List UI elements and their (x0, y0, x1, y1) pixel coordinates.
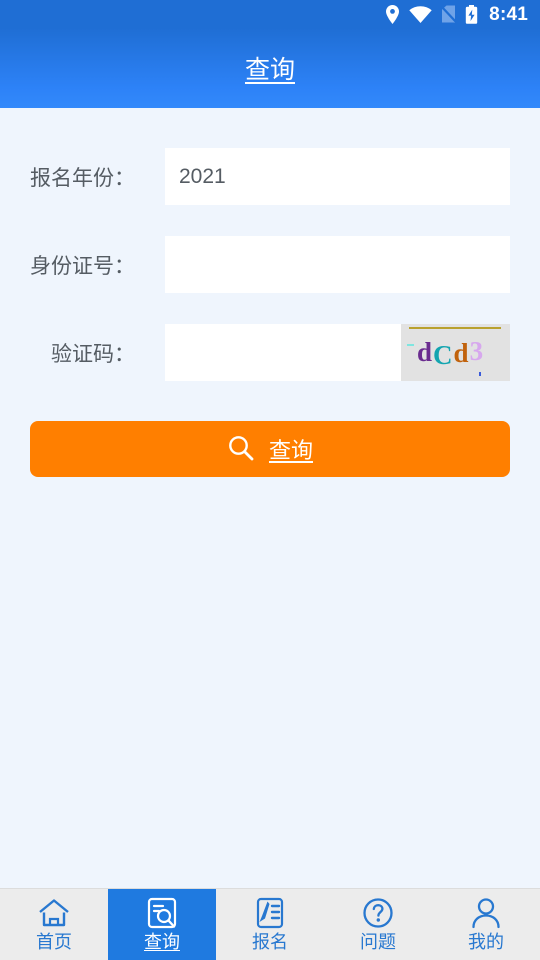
tab-profile-label: 我的 (468, 932, 504, 953)
search-icon (227, 434, 255, 465)
query-submit-button[interactable]: 查询 (30, 421, 510, 477)
form-row-idcard: 身份证号： (0, 236, 540, 293)
captcha-char-2: C (433, 340, 454, 370)
app-header: 查询 (0, 28, 540, 108)
location-pin-icon (385, 4, 400, 24)
tab-query[interactable]: 查询 (108, 889, 216, 960)
submit-label: 查询 (268, 438, 313, 463)
tab-signup-label: 报名 (252, 932, 288, 953)
tab-signup[interactable]: 报名 (216, 889, 324, 960)
captcha-noise-speck-bottom (479, 372, 481, 376)
captcha-image[interactable]: dCd3 (401, 324, 510, 381)
year-input[interactable] (165, 148, 510, 205)
tab-query-label: 查询 (144, 932, 180, 953)
wifi-icon (409, 5, 432, 23)
captcha-char-4: 3 (469, 336, 485, 366)
status-time: 8:41 (489, 3, 528, 25)
query-form: 报名年份： 身份证号： 验证码： dCd3 查询 (0, 108, 540, 477)
captcha-char-1: d (417, 337, 434, 367)
document-search-icon (147, 896, 177, 930)
document-pen-icon (255, 896, 285, 930)
form-row-captcha: 验证码： dCd3 (0, 324, 540, 381)
captcha-char-3: d (453, 338, 470, 368)
status-bar: 8:41 (0, 0, 540, 28)
captcha-noise-speck-top (407, 344, 414, 346)
no-sim-icon (441, 5, 457, 23)
question-circle-icon (362, 896, 394, 930)
person-icon (471, 896, 501, 930)
captcha-text: dCd3 (417, 332, 484, 372)
year-label: 报名年份： (30, 166, 135, 190)
tab-profile[interactable]: 我的 (432, 889, 540, 960)
idcard-input[interactable] (165, 236, 510, 293)
tab-questions-label: 问题 (360, 932, 396, 953)
bottom-tab-bar: 首页 查询 报名 问题 我的 (0, 888, 540, 960)
submit-wrap: 查询 (0, 412, 540, 477)
tab-home-label: 首页 (36, 932, 72, 953)
battery-charging-icon (465, 4, 478, 24)
captcha-label: 验证码： (51, 342, 135, 366)
tab-home[interactable]: 首页 (0, 889, 108, 960)
page-title: 查询 (244, 56, 295, 84)
captcha-noise-line (409, 327, 501, 329)
form-row-year: 报名年份： (0, 148, 540, 205)
idcard-label: 身份证号： (30, 254, 135, 278)
captcha-input[interactable] (165, 324, 401, 381)
tab-questions[interactable]: 问题 (324, 889, 432, 960)
home-icon (38, 896, 70, 930)
